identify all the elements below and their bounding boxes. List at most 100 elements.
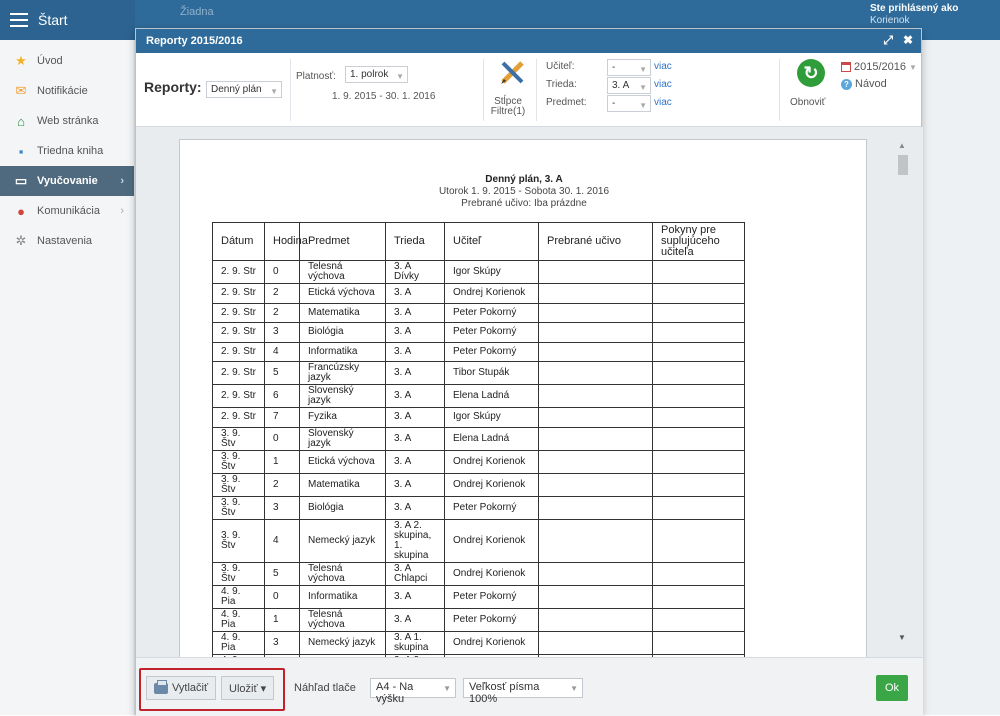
ok-button[interactable]: Ok	[876, 675, 908, 701]
table-row: 3. 9. Štv 2 Matematika 3. A Ondrej Korienok	[212, 472, 745, 497]
paper-format-select[interactable]: A4 - Na výšku ▼	[370, 678, 456, 705]
teacher-more-link[interactable]: viac	[654, 61, 672, 72]
school-year-select[interactable]: 2015/2016 ▼	[841, 61, 917, 73]
table-cell: 2	[264, 283, 300, 304]
table-cell	[652, 302, 745, 323]
refresh-icon[interactable]: ↻	[797, 59, 825, 87]
table-cell	[538, 384, 653, 408]
table-cell: 3	[264, 630, 300, 655]
start-label: Štart	[38, 12, 68, 28]
table-cell: 4. 9. Pia	[212, 607, 265, 632]
validity-value: 1. polrok	[350, 69, 389, 80]
font-size-value: Veľkosť písma 100%	[469, 681, 540, 705]
table-cell	[538, 630, 653, 655]
table-cell: Peter Pokorný	[444, 302, 539, 323]
table-cell	[538, 302, 653, 323]
table-cell	[538, 322, 653, 343]
table-row: 2. 9. Str 5 Francúzsky jazyk 3. A Tibor Stup…	[212, 361, 745, 385]
class-more-link[interactable]: viac	[654, 79, 672, 90]
table-cell: 0	[264, 260, 300, 284]
table-cell: Ondrej Korienok	[444, 472, 539, 497]
table-cell: Ondrej Korienok	[444, 283, 539, 304]
validity-select[interactable]: 1. polrok ▼	[345, 66, 408, 83]
print-button[interactable]: Vytlačiť	[146, 676, 217, 700]
chevron-down-icon: ▼	[639, 65, 647, 74]
divider	[536, 59, 537, 121]
sidebar-item-web[interactable]: ⌂ Web stránka	[0, 106, 134, 136]
chat-icon: ●	[17, 203, 25, 219]
divider	[290, 59, 291, 121]
sidebar-item-uvod[interactable]: ★ Úvod	[0, 46, 134, 76]
subject-select[interactable]: - ▼	[607, 95, 651, 112]
table-cell: Igor Skúpy	[444, 407, 539, 428]
class-select[interactable]: 3. A ▼	[607, 77, 651, 94]
table-cell: Tibor Stupák	[444, 361, 539, 385]
preview-scrollbar[interactable]: ▲ ▼	[895, 141, 909, 642]
table-cell: 2. 9. Str	[212, 341, 265, 362]
table-cell	[652, 584, 745, 609]
home-icon: ⌂	[17, 113, 25, 129]
columns-filters-icon[interactable]	[498, 57, 528, 87]
table-cell	[538, 449, 653, 474]
subject-more-link[interactable]: viac	[654, 97, 672, 108]
table-cell: 3. A	[385, 495, 445, 520]
topbar-ghost-text: Žiadna	[180, 6, 214, 18]
modal-title: Reporty 2015/2016	[146, 35, 243, 47]
chevron-down-icon: ▼	[396, 72, 404, 81]
table-cell: Nemecký jazyk	[299, 630, 386, 655]
table-cell: 4. 9. Pia	[212, 584, 265, 609]
sidebar-item-vyucovanie[interactable]: ▭ Vyučovanie ›	[0, 166, 134, 196]
table-cell: Peter Pokorný	[444, 495, 539, 520]
font-size-select[interactable]: Veľkosť písma 100% ▼	[463, 678, 583, 705]
table-cell: 3. A	[385, 322, 445, 343]
help-link[interactable]: ? Návod	[841, 78, 887, 90]
divider	[779, 59, 780, 121]
sidebar: ★ Úvod ✉ Notifikácie ⌂ Web stránka ▪ Tri…	[0, 40, 135, 715]
sidebar-item-triedna-kniha[interactable]: ▪ Triedna kniha	[0, 136, 134, 166]
sidebar-item-notifikacie[interactable]: ✉ Notifikácie	[0, 76, 134, 106]
table-cell: Peter Pokorný	[444, 607, 539, 632]
table-cell: 4	[264, 518, 300, 563]
table-cell: 3. A	[385, 384, 445, 408]
table-cell: 3. A	[385, 302, 445, 323]
table-cell: 3. A	[385, 361, 445, 385]
table-cell	[538, 495, 653, 520]
table-row: 3. 9. Štv 1 Etická výchova 3. A Ondrej Korie…	[212, 449, 745, 474]
column-header: Hodina	[264, 222, 308, 261]
table-cell	[652, 607, 745, 632]
print-preview-area[interactable]: Denný plán, 3. A Utorok 1. 9. 2015 - Sob…	[136, 127, 923, 657]
table-cell	[652, 361, 745, 385]
expand-icon[interactable]: ⤢	[883, 33, 893, 48]
table-cell: 0	[264, 584, 300, 609]
close-icon[interactable]: ✖	[903, 33, 913, 48]
table-cell: Telesná výchova	[299, 561, 386, 586]
scroll-down-icon[interactable]: ▼	[898, 633, 906, 642]
table-cell: 0	[264, 426, 300, 451]
scrollbar-thumb[interactable]	[898, 155, 908, 175]
save-button[interactable]: Uložiť ▾	[221, 676, 275, 700]
logged-in-info: Ste prihlásený ako Korienok	[870, 3, 960, 27]
scroll-up-icon[interactable]: ▲	[898, 141, 906, 150]
table-cell: 3. 9. Štv	[212, 472, 265, 497]
table-cell: 1	[264, 607, 300, 632]
sidebar-item-label: Komunikácia	[37, 205, 100, 217]
table-cell	[652, 260, 745, 284]
chevron-down-icon: ▼	[443, 684, 451, 693]
refresh-button[interactable]: Obnoviť	[790, 97, 825, 108]
table-row: 2. 9. Str 2 Etická výchova 3. A Ondrej Korie…	[212, 283, 745, 304]
table-cell: Ondrej Korienok	[444, 630, 539, 655]
start-menu-button[interactable]: Štart	[0, 0, 135, 40]
sidebar-item-komunikacia[interactable]: ● Komunikácia ›	[0, 196, 134, 226]
table-cell: Telesná výchova	[299, 607, 386, 632]
teacher-select[interactable]: - ▼	[607, 59, 651, 76]
table-row: 3. 9. Štv 0 Slovenský jazyk 3. A Elena Ladná	[212, 426, 745, 451]
chevron-right-icon: ›	[120, 175, 124, 187]
table-cell: 3. A	[385, 584, 445, 609]
columns-filters-button[interactable]: Stĺpce Filtre(1)	[488, 97, 528, 117]
sidebar-item-nastavenia[interactable]: ✲ Nastavenia	[0, 226, 134, 256]
validity-label: Platnosť:	[296, 71, 336, 82]
report-type-select[interactable]: Denný plán ▼	[206, 81, 282, 98]
open-book-icon: ▭	[14, 173, 28, 188]
print-preview-button[interactable]: Náhľad tlače	[286, 676, 364, 700]
school-year-value: 2015/2016	[854, 61, 906, 73]
